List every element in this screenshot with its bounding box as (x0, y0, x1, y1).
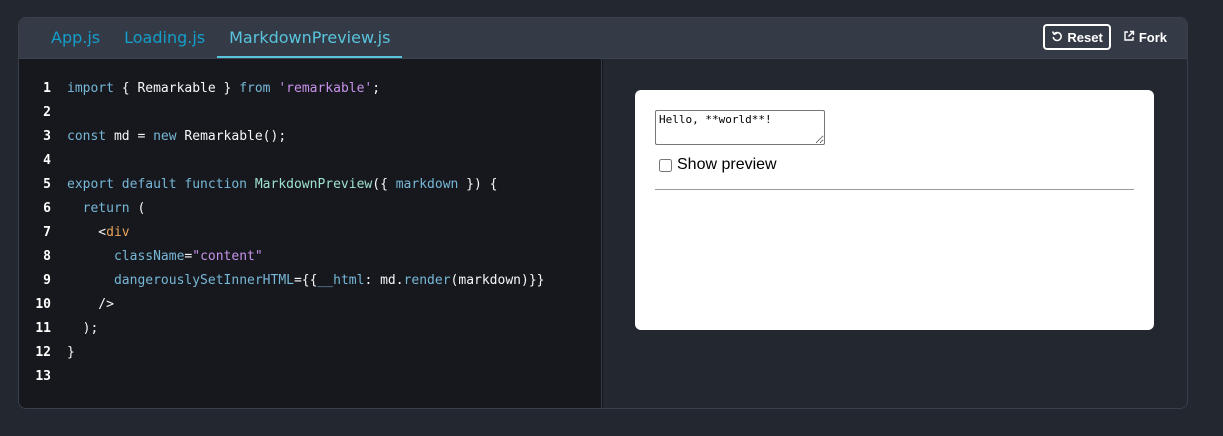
code-line: 3 const md = new Remarkable(); (19, 125, 601, 149)
tab-loading-js[interactable]: Loading.js (112, 18, 217, 58)
code-token: className (113, 249, 185, 264)
file-tab-bar: App.js Loading.js MarkdownPreview.js Res… (19, 18, 1187, 59)
line-number: 11 (35, 321, 51, 336)
divider (655, 189, 1134, 190)
code-token: ( (129, 201, 146, 216)
line-number: 7 (43, 225, 51, 240)
code-token: MarkdownPreview (254, 177, 373, 192)
code-token: export default function (67, 177, 248, 192)
code-text: return ( (67, 197, 146, 221)
line-number: 9 (43, 273, 51, 288)
markdown-textarea[interactable] (655, 110, 825, 145)
tab-markdownpreview-js[interactable]: MarkdownPreview.js (217, 18, 403, 58)
code-text: className="content" (67, 245, 263, 269)
code-token: 'remarkable' (278, 81, 373, 96)
preview-card: Show preview (635, 90, 1154, 330)
line-number: 2 (43, 105, 51, 120)
code-line: 1 import { Remarkable } from 'remarkable'… (19, 77, 601, 101)
line-number: 10 (35, 297, 51, 312)
show-preview-label: Show preview (677, 156, 777, 173)
show-preview-row[interactable]: Show preview (657, 156, 777, 174)
code-line: 5 export default function MarkdownPreview… (19, 173, 601, 197)
code-line: 8 className="content" (19, 245, 601, 269)
line-number: 6 (43, 201, 51, 216)
code-line: 7 <div (19, 221, 601, 245)
code-token: ={{ (293, 273, 318, 288)
reset-button[interactable]: Reset (1043, 24, 1111, 50)
preview-pane: Show preview (603, 59, 1187, 408)
code-token: Remarkable(); (176, 129, 287, 144)
code-line: 6 return ( (19, 197, 601, 221)
code-token: md = (106, 129, 154, 144)
code-token: new (153, 129, 177, 144)
code-text: /> (67, 293, 114, 317)
code-token: (markdown)}} (450, 273, 545, 288)
code-text: } (67, 341, 75, 365)
code-token: const (67, 129, 107, 144)
code-line: 4 (19, 149, 601, 173)
reset-label: Reset (1067, 29, 1103, 45)
code-token: /> (67, 297, 114, 312)
code-text: const md = new Remarkable(); (67, 125, 286, 149)
code-editor[interactable]: 1 import { Remarkable } from 'remarkable'… (19, 59, 602, 408)
reset-icon (1051, 30, 1063, 45)
code-token: < (67, 225, 107, 240)
code-token: render (403, 273, 451, 288)
sandbox-actions: Reset Fork (1043, 24, 1173, 50)
code-token: ({ (372, 177, 396, 192)
code-token: return (82, 201, 130, 216)
fork-label: Fork (1138, 29, 1167, 45)
code-token: }) { (458, 177, 498, 192)
code-line: 2 (19, 101, 601, 125)
code-token: dangerouslySetInnerHTML (113, 273, 294, 288)
file-tabs: App.js Loading.js MarkdownPreview.js (39, 18, 403, 58)
code-token: div (106, 225, 130, 240)
code-line: 11 ); (19, 317, 601, 341)
code-line: 10 /> (19, 293, 601, 317)
fork-button[interactable]: Fork (1117, 24, 1173, 50)
line-number: 13 (35, 369, 51, 384)
line-number: 8 (43, 249, 51, 264)
code-token: } (67, 345, 75, 360)
code-text: ); (67, 317, 99, 341)
code-token: ); (67, 321, 99, 336)
code-token: from (239, 81, 271, 96)
code-token: ; (372, 81, 381, 96)
code-token: import (67, 81, 114, 96)
line-number: 4 (43, 153, 51, 168)
code-text: export default function MarkdownPreview(… (67, 173, 498, 197)
code-token: __html (317, 273, 365, 288)
tab-app-js[interactable]: App.js (39, 18, 112, 58)
code-text: import { Remarkable } from 'remarkable'; (67, 77, 380, 101)
show-preview-checkbox[interactable] (659, 158, 672, 172)
line-number: 3 (43, 129, 51, 144)
code-token: "content" (192, 249, 263, 264)
code-token: : md. (364, 273, 404, 288)
code-line: 12} (19, 341, 601, 365)
code-line: 13 (19, 365, 601, 389)
line-number: 12 (35, 345, 51, 360)
code-token: markdown (395, 177, 459, 192)
line-number: 5 (43, 177, 51, 192)
external-link-icon (1123, 30, 1135, 45)
line-number: 1 (43, 81, 51, 96)
code-line: 9 dangerouslySetInnerHTML={{__html: md.r… (19, 269, 601, 293)
code-token: { Remarkable } (113, 81, 240, 96)
code-sandbox: App.js Loading.js MarkdownPreview.js Res… (18, 17, 1188, 409)
code-text: <div (67, 221, 130, 245)
code-text: dangerouslySetInnerHTML={{__html: md.ren… (67, 269, 545, 293)
